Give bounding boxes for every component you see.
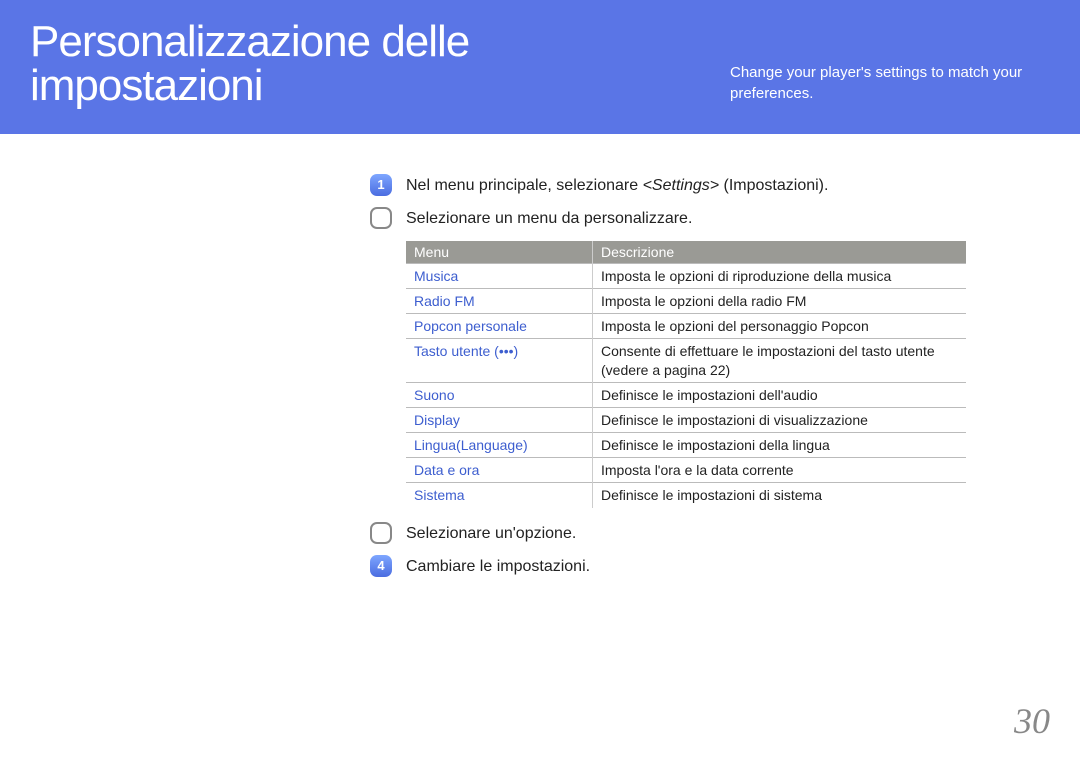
page-number: 30	[1014, 700, 1050, 742]
settings-table: Menu Descrizione Musica Imposta le opzio…	[406, 241, 966, 508]
step-text-3: Selezionare un'opzione.	[406, 522, 576, 545]
table-row: Tasto utente (•••) Consente di effettuar…	[406, 339, 966, 382]
menu-name: Popcon personale	[406, 314, 593, 339]
menu-desc: Consente di effettuare le impostazioni d…	[593, 339, 967, 382]
menu-name: Sistema	[406, 483, 593, 508]
step-3: Selezionare un'opzione.	[370, 522, 990, 545]
menu-name: Radio FM	[406, 288, 593, 313]
page-subtitle: Change your player's settings to match y…	[730, 62, 1050, 104]
step-badge-4: 4	[370, 555, 392, 577]
menu-name: Data e ora	[406, 458, 593, 483]
table-row: Musica Imposta le opzioni di riproduzion…	[406, 263, 966, 288]
menu-name: Display	[406, 407, 593, 432]
menu-name: Suono	[406, 382, 593, 407]
table-row: Sistema Definisce le impostazioni di sis…	[406, 483, 966, 508]
step-4: 4 Cambiare le impostazioni.	[370, 555, 990, 578]
menu-desc: Definisce le impostazioni dell'audio	[593, 382, 967, 407]
step-1-pre: Nel menu principale, selezionare	[406, 177, 643, 194]
menu-name: Musica	[406, 263, 593, 288]
step-text-1: Nel menu principale, selezionare <Settin…	[406, 174, 828, 197]
step-1-post: (Impostazioni).	[719, 177, 828, 194]
page-header: Personalizzazione delle impostazioni Cha…	[0, 0, 1080, 134]
menu-desc: Imposta l'ora e la data corrente	[593, 458, 967, 483]
table-row: Radio FM Imposta le opzioni della radio …	[406, 288, 966, 313]
step-2-pre: Selezionare un menu da personalizzare.	[406, 210, 692, 227]
menu-desc: Definisce le impostazioni di visualizzaz…	[593, 407, 967, 432]
table-header-row: Menu Descrizione	[406, 241, 966, 264]
table-row: Display Definisce le impostazioni di vis…	[406, 407, 966, 432]
table-row: Suono Definisce le impostazioni dell'aud…	[406, 382, 966, 407]
menu-desc: Imposta le opzioni del personaggio Popco…	[593, 314, 967, 339]
step-badge-3	[370, 522, 392, 544]
content-area: 1 Nel menu principale, selezionare <Sett…	[0, 134, 990, 578]
step-1-em: <Settings>	[643, 177, 720, 194]
step-badge-2	[370, 207, 392, 229]
step-4-pre: Cambiare le impostazioni.	[406, 558, 590, 575]
table-row: Popcon personale Imposta le opzioni del …	[406, 314, 966, 339]
table-header-menu: Menu	[406, 241, 593, 264]
menu-name: Lingua(Language)	[406, 433, 593, 458]
table-row: Lingua(Language) Definisce le impostazio…	[406, 433, 966, 458]
menu-desc: Definisce le impostazioni di sistema	[593, 483, 967, 508]
step-3-pre: Selezionare un'opzione.	[406, 525, 576, 542]
menu-name: Tasto utente (•••)	[406, 339, 593, 382]
menu-desc: Imposta le opzioni della radio FM	[593, 288, 967, 313]
step-1: 1 Nel menu principale, selezionare <Sett…	[370, 174, 990, 197]
table-row: Data e ora Imposta l'ora e la data corre…	[406, 458, 966, 483]
step-badge-1: 1	[370, 174, 392, 196]
page-title: Personalizzazione delle impostazioni	[30, 20, 710, 108]
step-text-4: Cambiare le impostazioni.	[406, 555, 590, 578]
step-2: Selezionare un menu da personalizzare.	[370, 207, 990, 230]
step-text-2: Selezionare un menu da personalizzare.	[406, 207, 692, 230]
table-header-desc: Descrizione	[593, 241, 967, 264]
menu-desc: Definisce le impostazioni della lingua	[593, 433, 967, 458]
menu-desc: Imposta le opzioni di riproduzione della…	[593, 263, 967, 288]
